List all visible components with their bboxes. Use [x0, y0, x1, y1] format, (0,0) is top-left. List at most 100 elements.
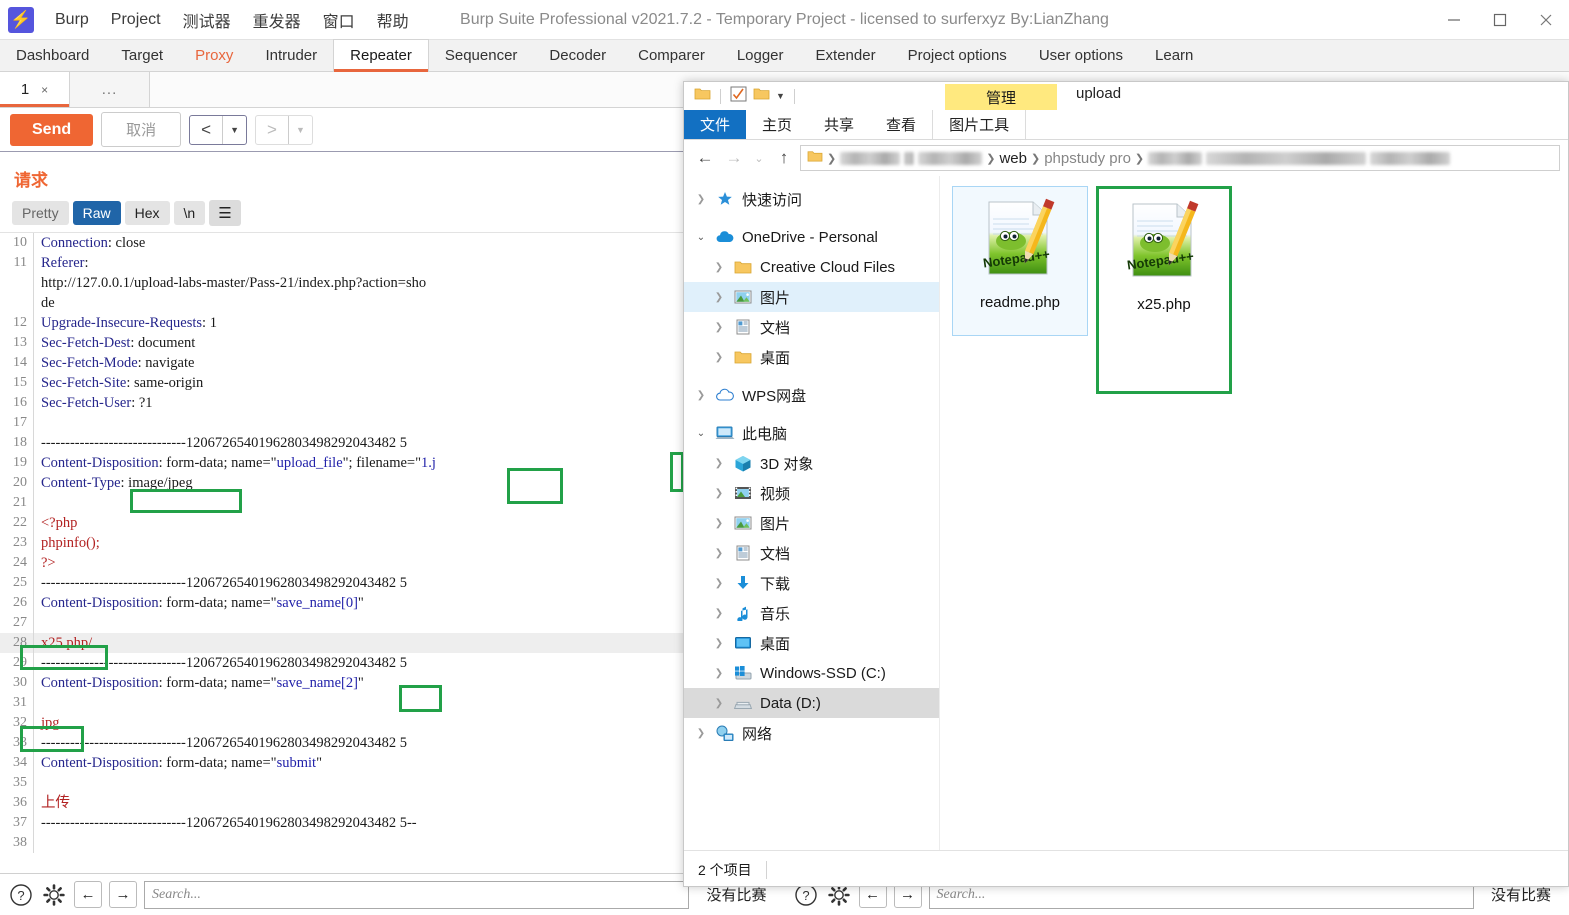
tree-item-2[interactable]: ❯ Creative Cloud Files — [684, 252, 939, 282]
menu-repeater[interactable]: 重发器 — [242, 4, 312, 36]
tree-item-6[interactable]: ❯ WPS网盘 — [684, 380, 939, 410]
chevron-right-icon[interactable]: ❯ — [712, 262, 726, 273]
chevron-down-icon[interactable]: ⌄ — [750, 145, 768, 171]
tree-item-7[interactable]: ⌄ 此电脑 — [684, 418, 939, 448]
chevron-right-icon[interactable]: ❯ — [694, 728, 708, 739]
request-view-raw[interactable]: Raw — [72, 201, 121, 225]
history-back-button[interactable]: < — [190, 116, 222, 144]
checkbox-icon[interactable] — [730, 86, 747, 107]
menu-window[interactable]: 窗口 — [312, 4, 366, 36]
tree-item-10[interactable]: ❯ 图片 — [684, 508, 939, 538]
tree-item-4[interactable]: ❯ 文档 — [684, 312, 939, 342]
ribbon-tab-home[interactable]: 主页 — [746, 110, 808, 139]
request-editor[interactable]: 10 Connection: close 11 Referer: http://127.… — [0, 232, 784, 878]
close-icon[interactable] — [1523, 0, 1569, 40]
chevron-right-icon[interactable]: ❯ — [712, 668, 726, 679]
ribbon-tab-file[interactable]: 文件 — [684, 110, 747, 139]
arrow-up-icon[interactable]: ↑ — [771, 145, 797, 171]
tab-intruder[interactable]: Intruder — [249, 39, 333, 71]
request-view-newline[interactable]: \n — [173, 201, 206, 225]
file-item-x25[interactable]: Notepad++ x25.php — [1096, 186, 1232, 394]
chevron-down-icon[interactable]: ▼ — [776, 91, 785, 101]
tree-item-1[interactable]: ⌄ OneDrive - Personal — [684, 222, 939, 252]
tree-item-13[interactable]: ❯ 音乐 — [684, 598, 939, 628]
cancel-button[interactable]: 取消 — [101, 112, 182, 147]
chevron-right-icon[interactable]: ❯ — [694, 194, 708, 205]
tree-item-11[interactable]: ❯ 文档 — [684, 538, 939, 568]
request-view-hex[interactable]: Hex — [124, 201, 170, 225]
chevron-right-icon[interactable]: ❯ — [712, 322, 726, 333]
tab-sequencer[interactable]: Sequencer — [429, 39, 534, 71]
chevron-down-icon[interactable]: ▼ — [223, 116, 246, 144]
tab-comparer[interactable]: Comparer — [622, 39, 721, 71]
request-search-input[interactable]: Search... — [144, 880, 690, 909]
arrow-left-icon[interactable]: ← — [692, 145, 718, 171]
arrow-right-icon[interactable]: → — [109, 881, 137, 908]
tree-item-15[interactable]: ❯ Windows-SSD (C:) — [684, 658, 939, 688]
ribbon-tab-view[interactable]: 查看 — [870, 110, 932, 139]
ribbon-tab-picture-tools[interactable]: 图片工具 — [932, 110, 1027, 139]
request-view-pretty[interactable]: Pretty — [12, 201, 69, 225]
menu-burp[interactable]: Burp — [44, 7, 100, 33]
tab-repeater[interactable]: Repeater — [333, 39, 429, 72]
ribbon-tab-share[interactable]: 共享 — [808, 110, 870, 139]
tab-extender[interactable]: Extender — [800, 39, 892, 71]
tab-project-options[interactable]: Project options — [892, 39, 1023, 71]
tab-target[interactable]: Target — [105, 39, 179, 71]
file-item-readme[interactable]: Notepad++ readme.php — [952, 186, 1088, 336]
gear-icon[interactable] — [41, 882, 67, 908]
arrow-right-icon[interactable]: → — [721, 145, 747, 171]
chevron-right-icon[interactable]: ❯ — [712, 458, 726, 469]
chevron-right-icon[interactable]: ❯ — [712, 608, 726, 619]
tab-decoder[interactable]: Decoder — [533, 39, 622, 71]
menu-help[interactable]: 帮助 — [366, 4, 420, 36]
chevron-right-icon[interactable]: ❯ — [712, 638, 726, 649]
repeater-tab-add[interactable]: ... — [70, 72, 150, 107]
folder-icon[interactable] — [753, 86, 770, 106]
tab-proxy[interactable]: Proxy — [179, 39, 249, 71]
breadcrumb[interactable]: ❯ ❯ web ❯ phpstudy pro ❯ — [800, 145, 1560, 171]
navigation-tree[interactable]: ❯ 快速访问 ⌄ OneDrive - Personal ❯ Creative Cloud… — [684, 176, 940, 850]
maximize-icon[interactable] — [1477, 0, 1523, 40]
chevron-right-icon[interactable]: ❯ — [712, 518, 726, 529]
chevron-down-icon[interactable]: ⌄ — [694, 232, 708, 243]
tree-item-12[interactable]: ❯ 下载 — [684, 568, 939, 598]
tree-item-8[interactable]: ❯ 3D 对象 — [684, 448, 939, 478]
menu-intruder[interactable]: 测试器 — [172, 4, 242, 36]
tree-item-16[interactable]: ❯ Data (D:) — [684, 688, 939, 718]
chevron-right-icon[interactable]: ❯ — [712, 292, 726, 303]
tree-item-14[interactable]: ❯ 桌面 — [684, 628, 939, 658]
hamburger-icon[interactable]: ☰ — [209, 200, 241, 226]
breadcrumb-web[interactable]: web — [999, 150, 1027, 167]
arrow-left-icon[interactable]: ← — [74, 881, 102, 908]
tree-item-0[interactable]: ❯ 快速访问 — [684, 184, 939, 214]
chevron-right-icon[interactable]: ❯ — [694, 390, 708, 401]
tree-item-9[interactable]: ❯ 视频 — [684, 478, 939, 508]
tab-dashboard[interactable]: Dashboard — [0, 39, 105, 71]
minimize-icon[interactable] — [1431, 0, 1477, 40]
close-icon[interactable]: × — [41, 83, 48, 97]
chevron-right-icon[interactable]: ❯ — [712, 352, 726, 363]
chevron-right-icon[interactable]: ❯ — [712, 548, 726, 559]
chevron-right-icon[interactable]: ❯ — [712, 488, 726, 499]
menu-project[interactable]: Project — [100, 7, 172, 33]
chevron-right-icon[interactable]: ❯ — [712, 578, 726, 589]
tab-user-options[interactable]: User options — [1023, 39, 1139, 71]
chevron-right-icon[interactable]: ❯ — [712, 698, 726, 709]
tree-item-5[interactable]: ❯ 桌面 — [684, 342, 939, 372]
file-list[interactable]: Notepad++ readme.php Notepad++ x25.php — [940, 176, 1568, 850]
breadcrumb-phpstudy[interactable]: phpstudy pro — [1044, 150, 1131, 167]
tree-item-17[interactable]: ❯ 网络 — [684, 718, 939, 748]
help-icon[interactable]: ? — [8, 882, 34, 908]
chevron-down-icon[interactable]: ⌄ — [694, 428, 708, 439]
history-forward-group[interactable]: > ▼ — [255, 114, 313, 145]
history-forward-button[interactable]: > — [256, 116, 288, 144]
chevron-down-icon[interactable]: ▼ — [289, 116, 312, 144]
tree-item-3[interactable]: ❯ 图片 — [684, 282, 939, 312]
send-button[interactable]: Send — [10, 113, 94, 146]
folder-icon[interactable] — [694, 86, 711, 106]
repeater-tab-1[interactable]: 1 × — [0, 72, 70, 107]
history-back-group[interactable]: < ▼ — [189, 114, 247, 145]
tab-learn[interactable]: Learn — [1139, 39, 1209, 71]
tab-logger[interactable]: Logger — [721, 39, 800, 71]
